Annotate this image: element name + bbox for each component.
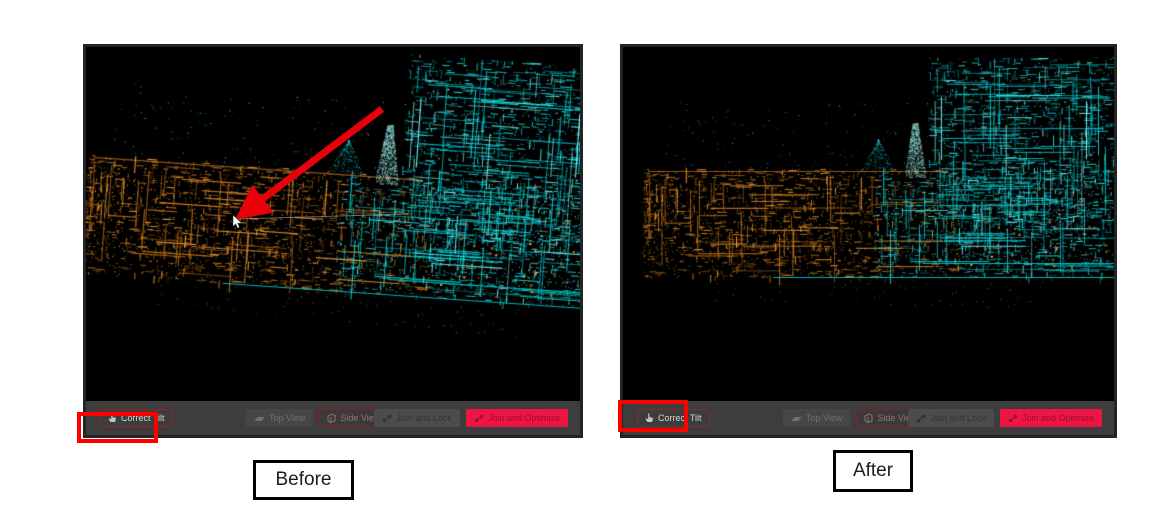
- toolbar-before: Correct Tilt Top View Side View: [86, 401, 580, 435]
- point-cloud-canvas-after[interactable]: [623, 47, 1114, 401]
- link-nodes-icon: [474, 414, 484, 423]
- link-nodes-icon: [916, 414, 926, 423]
- flat-plane-icon: [254, 414, 265, 423]
- top-view-button[interactable]: Top View: [783, 409, 850, 427]
- point-cloud-viewport-after[interactable]: [623, 47, 1114, 401]
- before-panel: Correct Tilt Top View Side View: [83, 44, 583, 438]
- flat-plane-icon: [791, 414, 802, 423]
- join-and-lock-button[interactable]: Join and Lock: [374, 409, 460, 427]
- join-and-lock-label: Join and Lock: [930, 414, 986, 423]
- join-and-optimize-button[interactable]: Join and Optimize: [466, 409, 568, 427]
- after-panel: Correct Tilt Top View Side View: [620, 44, 1117, 438]
- correct-tilt-highlight-after: [618, 400, 688, 432]
- point-cloud-canvas-before[interactable]: [86, 47, 580, 401]
- before-caption: Before: [253, 460, 354, 500]
- join-and-optimize-label: Join and Optimize: [1022, 414, 1094, 423]
- top-view-label: Top View: [806, 414, 842, 423]
- view-button-group: Top View Side View: [246, 401, 388, 435]
- top-view-label: Top View: [269, 414, 305, 423]
- after-caption: After: [833, 450, 913, 492]
- correct-tilt-highlight-before: [77, 412, 158, 443]
- link-nodes-icon: [1008, 414, 1018, 423]
- join-button-group: Join and Lock Join and Optimize: [374, 401, 568, 435]
- view-button-group: Top View Side View: [783, 401, 925, 435]
- toolbar-after: Correct Tilt Top View Side View: [623, 401, 1114, 435]
- join-and-lock-label: Join and Lock: [396, 414, 452, 423]
- join-button-group: Join and Lock Join and Optimize: [908, 401, 1102, 435]
- 3d-box-icon: [864, 413, 873, 423]
- join-and-optimize-label: Join and Optimize: [488, 414, 560, 423]
- 3d-box-icon: [327, 413, 336, 423]
- top-view-button[interactable]: Top View: [246, 409, 313, 427]
- join-and-lock-button[interactable]: Join and Lock: [908, 409, 994, 427]
- link-nodes-icon: [382, 414, 392, 423]
- comparison-figure: Correct Tilt Top View Side View: [0, 0, 1160, 526]
- point-cloud-viewport-before[interactable]: [86, 47, 580, 401]
- join-and-optimize-button[interactable]: Join and Optimize: [1000, 409, 1102, 427]
